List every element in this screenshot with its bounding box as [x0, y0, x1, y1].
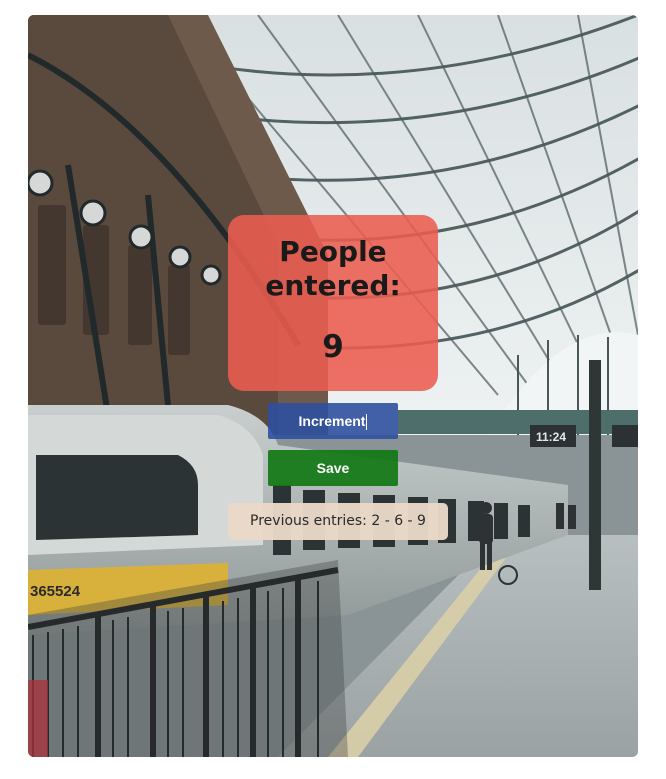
counter-value: 9	[322, 329, 344, 365]
people-counter-card: People entered: 9	[228, 215, 438, 391]
increment-button[interactable]: Increment	[268, 403, 398, 439]
increment-button-label: Increment	[298, 413, 366, 429]
previous-entries: Previous entries: 2 - 6 - 9	[228, 503, 448, 540]
text-cursor	[366, 414, 368, 431]
save-button[interactable]: Save	[268, 450, 398, 486]
train-number: 365524	[30, 583, 81, 600]
platform-clock: 11:24	[536, 430, 566, 444]
counter-title: People entered:	[265, 235, 401, 302]
